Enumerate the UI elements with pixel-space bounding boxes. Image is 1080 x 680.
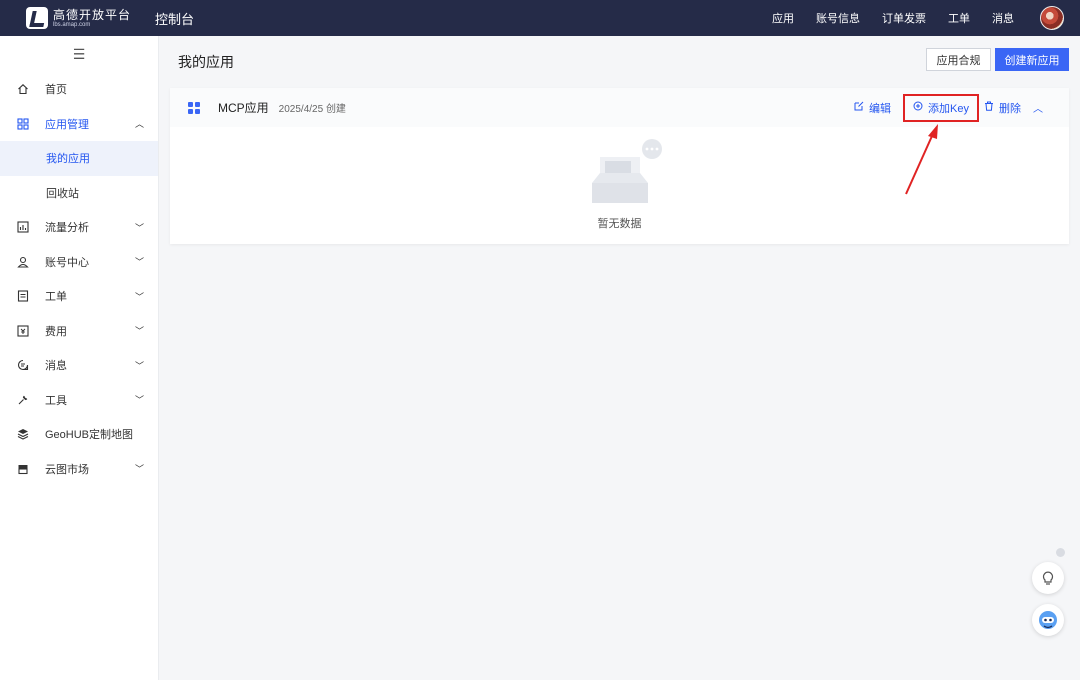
chevron-down-icon: ﹀ <box>134 395 144 406</box>
empty-inbox-icon <box>592 139 662 203</box>
message-icon <box>17 359 29 371</box>
sidebar-item-tickets[interactable]: 工单 ﹀ <box>0 279 158 314</box>
sidebar-item-label: 费用 <box>45 325 67 338</box>
logo-text: 高德开放平台 lbs.amap.com <box>53 9 131 28</box>
page-title: 我的应用 <box>178 54 234 70</box>
app-created-date: 2025/4/25 创建 <box>278 104 346 115</box>
wrench-icon <box>17 394 29 406</box>
top-bar: 高德开放平台 lbs.amap.com 控制台 应用 账号信息 订单发票 工单 … <box>0 0 1080 36</box>
sidebar-item-tools[interactable]: 工具 ﹀ <box>0 383 158 418</box>
plus-circle-icon <box>913 101 923 114</box>
sidebar-item-app-management[interactable]: 应用管理 ︿ <box>0 107 158 142</box>
app-card: MCP应用 2025/4/25 创建 编辑 添加Key 删除 ︿ 暂无数据 <box>170 88 1069 244</box>
collapse-chevron-icon[interactable]: ︿ <box>1033 100 1043 115</box>
sidebar-item-label: 工单 <box>45 291 67 304</box>
top-nav: 应用 账号信息 订单发票 工单 消息 <box>750 0 1064 36</box>
sidebar-item-traffic-analysis[interactable]: 流量分析 ﹀ <box>0 210 158 245</box>
ticket-icon <box>17 290 29 302</box>
sidebar-item-account-center[interactable]: 账号中心 ﹀ <box>0 245 158 280</box>
chevron-down-icon: ﹀ <box>134 291 144 302</box>
sidebar-item-cloud-map-market[interactable]: 云图市场 ﹀ <box>0 452 158 487</box>
chevron-up-icon: ︿ <box>134 119 144 130</box>
sidebar-item-label: 工具 <box>45 394 67 407</box>
sidebar-item-label: 云图市场 <box>45 463 89 476</box>
amap-logo-icon <box>26 7 48 29</box>
empty-state: 暂无数据 <box>170 127 1069 244</box>
edit-button[interactable]: 编辑 <box>854 100 891 116</box>
sidebar-item-messages[interactable]: 消息 ﹀ <box>0 348 158 383</box>
chevron-down-icon: ﹀ <box>134 464 144 475</box>
delete-label: 删除 <box>999 102 1021 115</box>
create-app-button[interactable]: 创建新应用 <box>995 48 1069 71</box>
console-title[interactable]: 控制台 <box>155 9 194 28</box>
sidebar-item-label: 流量分析 <box>45 222 89 235</box>
delete-button[interactable]: 删除 <box>984 100 1021 116</box>
store-icon <box>17 463 29 475</box>
layers-icon <box>17 428 29 440</box>
nav-apps[interactable]: 应用 <box>772 10 794 26</box>
assistant-bot-icon[interactable] <box>1032 604 1064 636</box>
sidebar-item-label: 应用管理 <box>45 118 89 131</box>
app-actions: 编辑 添加Key 删除 ︿ <box>854 88 1043 127</box>
sidebar-item-label: 消息 <box>45 360 67 373</box>
sidebar-subitem-my-apps[interactable]: 我的应用 <box>0 141 158 176</box>
chevron-down-icon: ﹀ <box>134 257 144 268</box>
home-icon <box>17 83 29 95</box>
trash-icon <box>984 101 994 114</box>
edit-label: 编辑 <box>869 102 892 115</box>
app-name: MCP应用 <box>218 101 269 115</box>
avatar[interactable] <box>1040 6 1064 30</box>
sidebar-item-label: 账号中心 <box>45 256 89 269</box>
add-key-button[interactable]: 添加Key <box>903 93 979 122</box>
user-icon <box>17 256 29 268</box>
grid-icon <box>17 118 29 130</box>
app-grid-icon <box>188 101 200 114</box>
logo[interactable]: 高德开放平台 lbs.amap.com <box>26 7 131 29</box>
chevron-down-icon: ﹀ <box>134 222 144 233</box>
sidebar-item-fees[interactable]: 费用 ﹀ <box>0 314 158 349</box>
lightbulb-icon[interactable] <box>1032 562 1064 594</box>
nav-account-info[interactable]: 账号信息 <box>816 10 860 26</box>
sidebar-subitem-recycle-bin[interactable]: 回收站 <box>0 176 158 211</box>
fee-icon <box>17 325 29 337</box>
sidebar: ☰ 首页 应用管理 ︿ 我的应用 回收站 流量分析 ﹀ 账号中心 ﹀ 工单 ﹀ <box>0 36 159 680</box>
menu-collapse-icon[interactable]: ☰ <box>0 36 158 72</box>
nav-messages[interactable]: 消息 <box>992 10 1014 26</box>
add-key-label: 添加Key <box>928 102 969 115</box>
nav-tickets[interactable]: 工单 <box>948 10 970 26</box>
sidebar-item-label: GeoHUB定制地图 <box>45 429 134 442</box>
main-content: 我的应用 应用合规 创建新应用 MCP应用 2025/4/25 创建 编辑 添加… <box>160 36 1080 680</box>
chart-icon <box>17 221 29 233</box>
chevron-down-icon: ﹀ <box>134 360 144 371</box>
close-float-icon[interactable] <box>1056 548 1065 557</box>
edit-icon <box>854 101 864 114</box>
empty-text: 暂无数据 <box>597 218 642 230</box>
sidebar-item-geohub[interactable]: GeoHUB定制地图 <box>0 417 158 452</box>
app-compliance-button[interactable]: 应用合规 <box>926 48 991 71</box>
logo-name: 高德开放平台 <box>53 7 132 22</box>
sidebar-item-home[interactable]: 首页 <box>0 72 158 107</box>
sidebar-item-label: 首页 <box>45 84 67 97</box>
app-card-header: MCP应用 2025/4/25 创建 编辑 添加Key 删除 ︿ <box>170 88 1069 127</box>
logo-sub: lbs.amap.com <box>53 21 91 28</box>
chevron-down-icon: ﹀ <box>134 326 144 337</box>
nav-orders-invoices[interactable]: 订单发票 <box>882 10 926 26</box>
